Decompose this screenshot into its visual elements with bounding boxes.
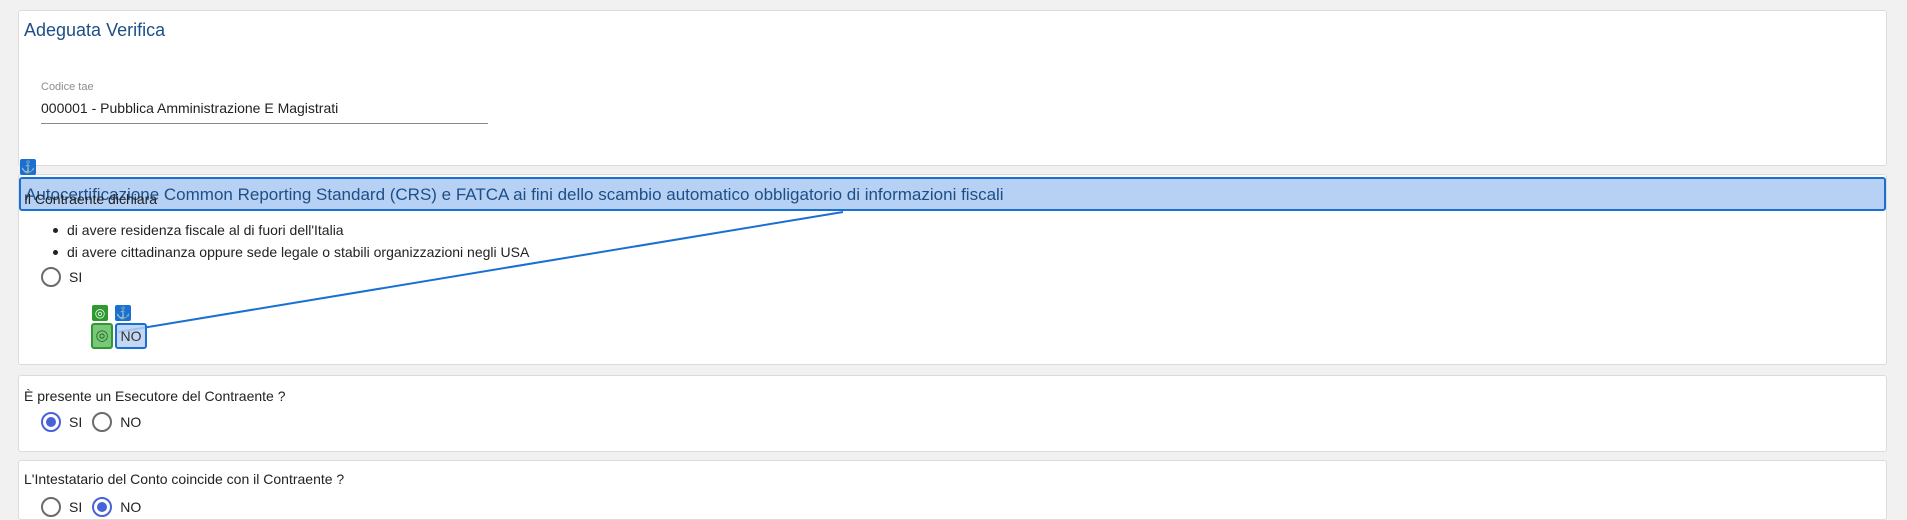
anchor-icon: ⚓ <box>115 305 131 321</box>
list-item: di avere residenza fiscale al di fuori d… <box>53 219 529 241</box>
intestatario-section: L'Intestatario del Conto coincide con il… <box>18 460 1887 520</box>
list-item: di avere cittadinanza oppure sede legale… <box>53 241 529 263</box>
esecutore-yes-label: SI <box>69 414 83 430</box>
intestatario-no-label: NO <box>120 499 142 515</box>
declaration-list: di avere residenza fiscale al di fuori d… <box>53 219 529 263</box>
intestatario-no-radio[interactable] <box>92 497 113 517</box>
crs-radio-group: SI <box>41 265 92 289</box>
esecutore-no-label: NO <box>120 414 142 430</box>
crs-no-option[interactable]: NO <box>115 323 147 349</box>
codice-tae-label: Codice tae <box>41 81 94 93</box>
intestatario-question: L'Intestatario del Conto coincide con il… <box>24 471 345 487</box>
intestatario-radio-group: SI NO <box>41 495 151 519</box>
crs-fatca-section: Autocertificazione Common Reporting Stan… <box>18 174 1887 365</box>
contraente-dichiara-text: Il Contraente dichiara <box>24 191 158 207</box>
section-title-adeguata-verifica: Adeguata Verifica <box>24 20 166 40</box>
crs-fatca-title-highlight: Autocertificazione Common Reporting Stan… <box>19 177 1886 211</box>
codice-tae-field[interactable]: 000001 - Pubblica Amministrazione E Magi… <box>41 100 488 124</box>
intestatario-yes-label: SI <box>69 499 83 515</box>
crs-yes-label: SI <box>69 269 83 285</box>
esecutore-yes-radio[interactable] <box>41 412 61 432</box>
esecutore-section: È presente un Esecutore del Contraente ?… <box>18 375 1887 452</box>
intestatario-yes-radio[interactable] <box>41 497 61 517</box>
esecutore-no-radio[interactable] <box>92 412 113 432</box>
esecutore-question: È presente un Esecutore del Contraente ? <box>24 388 286 404</box>
adeguata-verifica-section: Adeguata Verifica Codice tae 000001 - Pu… <box>18 10 1887 166</box>
target-icon: ◎ <box>92 305 108 321</box>
crs-yes-radio[interactable] <box>41 267 61 287</box>
section-title-crs-fatca: Autocertificazione Common Reporting Stan… <box>25 185 1004 204</box>
esecutore-radio-group: SI NO <box>41 410 151 434</box>
anchor-icon: ⚓ <box>20 159 36 175</box>
drop-target-radio[interactable]: ◎ <box>91 323 113 349</box>
